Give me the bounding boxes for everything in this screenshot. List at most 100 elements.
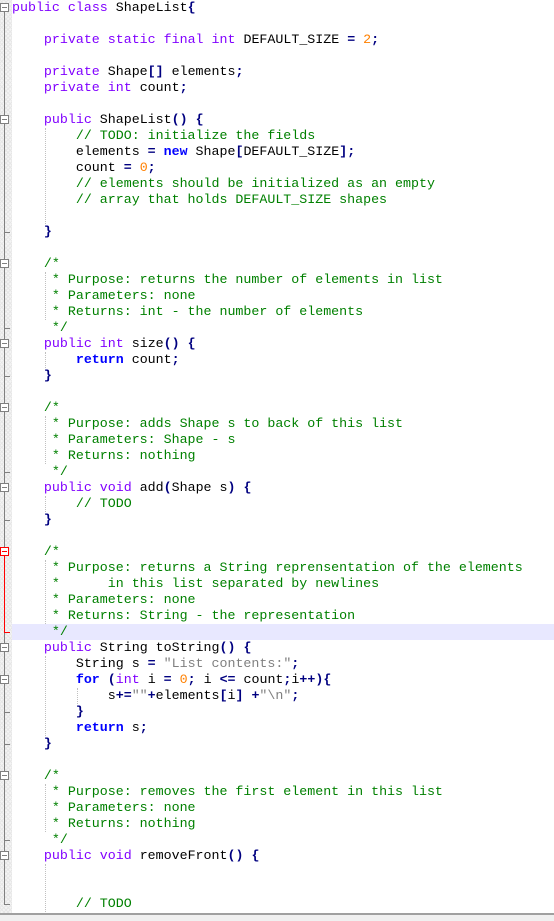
code-line[interactable]: s+=""+elements[i] +"\n"; — [12, 688, 554, 704]
code-token-plain: Shape — [187, 144, 236, 159]
fold-line — [4, 780, 5, 840]
code-line[interactable] — [12, 16, 554, 32]
code-line[interactable]: public int size() { — [12, 336, 554, 352]
code-line[interactable]: * Parameters: Shape - s — [12, 432, 554, 448]
code-line[interactable]: public void add(Shape s) { — [12, 480, 554, 496]
fold-end-tick — [4, 376, 10, 377]
code-line[interactable]: public String toString() { — [12, 640, 554, 656]
code-token-plain: i — [195, 672, 220, 687]
code-line[interactable]: } — [12, 736, 554, 752]
code-line[interactable]: } — [12, 512, 554, 528]
fold-collapse-icon[interactable] — [0, 403, 9, 412]
code-line[interactable]: } — [12, 704, 554, 720]
code-token-kw: int — [115, 672, 140, 687]
code-token-num: 2 — [363, 32, 372, 47]
code-line[interactable]: * Returns: nothing — [12, 816, 554, 832]
code-token-cm: * Parameters: Shape - s — [51, 432, 236, 447]
fold-collapse-icon[interactable] — [0, 547, 9, 556]
code-line[interactable] — [12, 864, 554, 880]
fold-collapse-icon[interactable] — [0, 115, 9, 124]
code-line[interactable] — [12, 240, 554, 256]
code-text-area[interactable]: public class ShapeList{ private static f… — [12, 0, 554, 912]
code-line[interactable]: * in this list separated by newlines — [12, 576, 554, 592]
fold-collapse-icon[interactable] — [0, 339, 9, 348]
code-line[interactable] — [12, 208, 554, 224]
code-line[interactable]: private Shape[] elements; — [12, 64, 554, 80]
code-line[interactable] — [12, 48, 554, 64]
code-line[interactable]: */ — [12, 464, 554, 480]
code-line[interactable]: * Returns: nothing — [12, 448, 554, 464]
code-token-kw: public — [43, 480, 92, 495]
code-line[interactable]: private int count; — [12, 80, 554, 96]
fold-collapse-icon[interactable] — [0, 675, 9, 684]
horizontal-scrollbar[interactable] — [0, 913, 554, 921]
code-token-plain: ShapeList — [107, 0, 188, 15]
code-line[interactable]: * Returns: String - the representation — [12, 608, 554, 624]
code-token-kw2: return — [75, 720, 124, 735]
code-line[interactable]: return s; — [12, 720, 554, 736]
code-line[interactable] — [12, 384, 554, 400]
code-line[interactable]: * Parameters: none — [12, 592, 554, 608]
code-line[interactable]: } — [12, 368, 554, 384]
code-token-plain: Shape s — [171, 480, 228, 495]
code-line[interactable]: * Returns: int - the number of elements — [12, 304, 554, 320]
code-line[interactable]: count = 0; — [12, 160, 554, 176]
fold-collapse-icon[interactable] — [0, 643, 9, 652]
code-line[interactable]: * Purpose: adds Shape s to back of this … — [12, 416, 554, 432]
fold-collapse-icon[interactable] — [0, 483, 9, 492]
code-line[interactable]: * Purpose: removes the first element in … — [12, 784, 554, 800]
fold-margin[interactable] — [0, 0, 12, 913]
code-line[interactable]: */ — [12, 832, 554, 848]
code-line[interactable]: String s = "List contents:"; — [12, 656, 554, 672]
code-line[interactable]: // elements should be initialized as an … — [12, 176, 554, 192]
fold-collapse-icon[interactable] — [0, 851, 9, 860]
code-line[interactable] — [12, 880, 554, 896]
code-line[interactable]: for (int i = 0; i <= count;i++){ — [12, 672, 554, 688]
code-line[interactable]: // TODO — [12, 496, 554, 512]
code-token-plain: s — [123, 720, 140, 735]
code-token-op: ; — [187, 672, 196, 687]
code-token-brace: { — [195, 112, 204, 127]
code-line[interactable]: public void removeFront() { — [12, 848, 554, 864]
code-line[interactable]: */ — [12, 320, 554, 336]
code-line[interactable] — [12, 752, 554, 768]
code-line[interactable]: * Purpose: returns the number of element… — [12, 272, 554, 288]
code-line[interactable] — [12, 528, 554, 544]
indent-guide — [45, 864, 46, 912]
code-line[interactable]: private static final int DEFAULT_SIZE = … — [12, 32, 554, 48]
code-token-str: "\n" — [259, 688, 292, 703]
fold-collapse-icon[interactable] — [0, 259, 9, 268]
code-line[interactable]: } — [12, 224, 554, 240]
code-line[interactable]: /* — [12, 400, 554, 416]
code-line[interactable]: /* — [12, 768, 554, 784]
code-line[interactable]: public class ShapeList{ — [12, 0, 554, 16]
code-line-current[interactable]: */ — [12, 624, 554, 640]
code-token-cm: * Parameters: none — [51, 800, 196, 815]
code-line[interactable]: public ShapeList() { — [12, 112, 554, 128]
code-line[interactable]: // array that holds DEFAULT_SIZE shapes — [12, 192, 554, 208]
code-line[interactable]: * Purpose: returns a String reprensentat… — [12, 560, 554, 576]
fold-collapse-icon[interactable] — [0, 3, 9, 12]
code-line[interactable]: // TODO — [12, 896, 554, 912]
code-line[interactable]: // TODO: initialize the fields — [12, 128, 554, 144]
code-line[interactable]: * Parameters: none — [12, 288, 554, 304]
code-line[interactable]: /* — [12, 544, 554, 560]
code-token-kw: void — [99, 480, 132, 495]
code-token-plain: count — [123, 352, 172, 367]
code-line[interactable]: * Parameters: none — [12, 800, 554, 816]
code-line[interactable]: elements = new Shape[DEFAULT_SIZE]; — [12, 144, 554, 160]
code-line[interactable]: return count; — [12, 352, 554, 368]
code-line[interactable]: /* — [12, 256, 554, 272]
code-token-kw: final — [163, 32, 204, 47]
fold-collapse-icon[interactable] — [0, 771, 9, 780]
code-line[interactable] — [12, 96, 554, 112]
code-editor[interactable]: public class ShapeList{ private static f… — [0, 0, 554, 913]
